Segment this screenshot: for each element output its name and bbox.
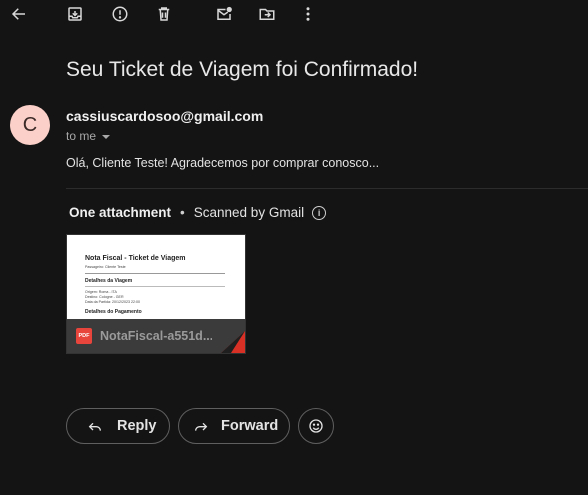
attachment-preview: Nota Fiscal - Ticket de Viagem Passageir… <box>85 255 235 316</box>
attachment-card[interactable]: Nota Fiscal - Ticket de Viagem Passageir… <box>66 234 246 354</box>
attachment-footer[interactable]: PDF NotaFiscal-a551d... <box>67 319 245 353</box>
info-icon[interactable]: i <box>312 205 327 220</box>
chevron-down-icon <box>102 134 111 139</box>
attachment-filename: NotaFiscal-a551d... <box>100 329 212 343</box>
smiley-icon <box>309 419 323 433</box>
forward-icon <box>195 422 208 431</box>
preview-section-payment: Detalhes do Pagamento <box>85 308 142 315</box>
reply-label: Reply <box>117 418 157 434</box>
reply-button[interactable]: Reply <box>66 408 170 444</box>
avatar-letter: C <box>22 113 38 136</box>
emoji-reaction-button[interactable] <box>298 408 334 444</box>
pdf-corner-icon <box>221 331 245 353</box>
attachment-count: One attachment <box>69 205 172 220</box>
preview-divider <box>85 286 225 287</box>
reply-icon <box>88 422 101 431</box>
report-spam-icon[interactable] <box>110 4 130 24</box>
delete-icon[interactable] <box>154 4 174 24</box>
recipient-details[interactable]: to me <box>66 129 111 143</box>
archive-icon[interactable] <box>65 4 85 24</box>
avatar[interactable]: C <box>10 105 50 145</box>
scanned-label: Scanned by Gmail <box>193 205 305 220</box>
preview-line: Data da Partida: 20/12/2023 22:00 <box>85 299 140 304</box>
recipient-label: to me <box>66 129 97 143</box>
divider <box>66 188 588 189</box>
preview-divider <box>85 273 225 274</box>
move-to-icon[interactable] <box>257 4 277 24</box>
forward-button[interactable]: Forward <box>178 408 290 444</box>
email-body-snippet: Olá, Cliente Teste! Agradecemos por comp… <box>66 156 380 170</box>
preview-passenger: Passageiro: Cliente Teste <box>85 265 126 269</box>
separator-dot: • <box>180 205 185 220</box>
preview-section-travel: Detalhes da Viagem <box>85 278 133 284</box>
forward-label: Forward <box>221 418 279 434</box>
sender-email[interactable]: cassiuscardosoo@gmail.com <box>66 108 263 124</box>
preview-title: Nota Fiscal - Ticket de Viagem <box>85 255 186 262</box>
pdf-icon: PDF <box>76 328 92 344</box>
back-arrow-icon[interactable] <box>9 4 29 24</box>
mark-unread-icon[interactable] <box>214 4 234 24</box>
attachments-header: One attachment • Scanned by Gmail i <box>69 205 327 220</box>
more-vert-icon[interactable] <box>298 4 318 24</box>
email-subject: Seu Ticket de Viagem foi Confirmado! <box>66 58 419 81</box>
